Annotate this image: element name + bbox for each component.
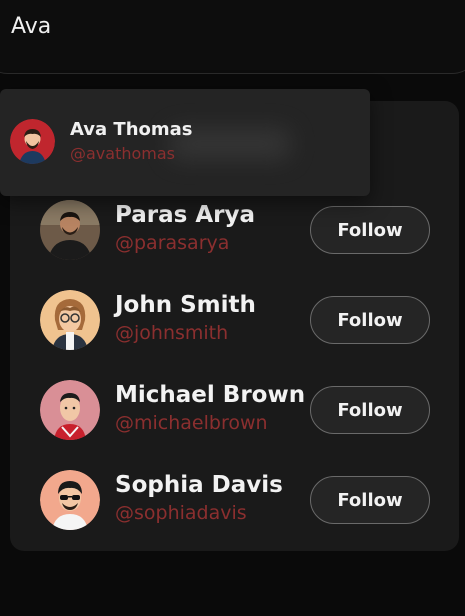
person-handle: @johnsmith [115, 322, 229, 344]
avatar [40, 470, 100, 530]
person-handle: @sophiadavis [115, 502, 247, 524]
search-query[interactable]: Ava [11, 14, 51, 39]
person-handle: @michaelbrown [115, 412, 268, 434]
follow-button[interactable]: Follow [310, 476, 430, 524]
person-name: Sophia Davis [115, 472, 283, 498]
search-suggestion[interactable]: Ava Thomas @avathomas [0, 89, 370, 196]
person-name: Michael Brown [115, 382, 306, 408]
person-name: Paras Arya [115, 202, 255, 228]
follow-button[interactable]: Follow [310, 206, 430, 254]
list-item: Michael Brown @michaelbrown Follow [40, 380, 440, 442]
suggestion-name: Ava Thomas [70, 119, 193, 140]
avatar [40, 380, 100, 440]
search-input[interactable] [0, 0, 465, 74]
follow-button[interactable]: Follow [310, 296, 430, 344]
avatar [40, 200, 100, 260]
list-item: John Smith @johnsmith Follow [40, 290, 440, 352]
list-item: Sophia Davis @sophiadavis Follow [40, 470, 440, 532]
avatar [10, 119, 55, 164]
person-handle: @parasarya [115, 232, 230, 254]
suggestion-handle: @avathomas [70, 144, 176, 163]
list-item: Paras Arya @parasarya Follow [40, 200, 440, 262]
person-name: John Smith [115, 292, 256, 318]
avatar [40, 290, 100, 350]
follow-button[interactable]: Follow [310, 386, 430, 434]
